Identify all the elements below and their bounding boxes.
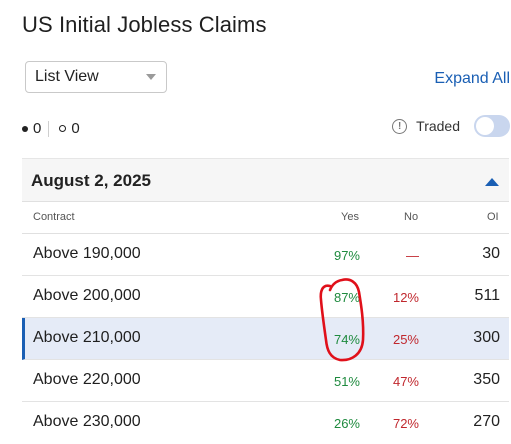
contract-label: Above 200,000 xyxy=(33,287,141,304)
open-interest: 30 xyxy=(482,245,500,262)
yes-price[interactable]: 87% xyxy=(334,290,360,305)
table-row[interactable]: Above 200,000 87% 12% 511 xyxy=(22,276,509,318)
info-icon[interactable]: ! xyxy=(392,118,408,134)
no-price[interactable]: 12% xyxy=(393,290,419,305)
table-row-selected[interactable]: Above 210,000 74% 25% 300 xyxy=(22,318,509,360)
view-select[interactable]: List View xyxy=(25,61,167,93)
date-group-header[interactable]: August 2, 2025 xyxy=(22,159,509,202)
table-row[interactable]: Above 220,000 51% 47% 350 xyxy=(22,360,509,402)
filled-dot-icon xyxy=(22,125,28,132)
chevron-down-icon xyxy=(146,74,156,80)
open-interest: 350 xyxy=(473,371,500,388)
group-date: August 2, 2025 xyxy=(31,171,151,190)
view-select-value: List View xyxy=(35,68,99,85)
column-header-no: No xyxy=(404,211,419,223)
no-price[interactable]: 72% xyxy=(393,416,419,431)
filled-count[interactable]: 0 xyxy=(33,120,41,137)
column-header-contract: Contract xyxy=(33,211,75,223)
open-interest: 270 xyxy=(473,413,500,430)
contract-label: Above 220,000 xyxy=(33,371,141,388)
table-row[interactable]: Above 230,000 26% 72% 270 xyxy=(22,402,509,444)
page-title: US Initial Jobless Claims xyxy=(22,12,267,37)
traded-label: Traded xyxy=(416,118,460,134)
open-count[interactable]: 0 xyxy=(71,120,79,137)
yes-price[interactable]: 51% xyxy=(334,374,360,389)
position-filters: 0 0 xyxy=(22,120,80,137)
expand-all-link[interactable]: Expand All xyxy=(434,70,510,88)
contract-label: Above 230,000 xyxy=(33,413,141,430)
toggle-knob xyxy=(476,117,494,135)
contract-label: Above 190,000 xyxy=(33,245,141,262)
no-price[interactable]: 25% xyxy=(393,332,419,347)
traded-toggle[interactable] xyxy=(474,115,510,137)
column-header-oi: OI xyxy=(487,211,499,223)
market-card: August 2, 2025 Contract Yes No OI Above … xyxy=(22,158,509,440)
divider xyxy=(48,120,50,137)
column-header-yes: Yes xyxy=(341,211,359,223)
caret-up-icon[interactable] xyxy=(485,178,499,186)
open-interest: 300 xyxy=(473,329,500,346)
yes-price[interactable]: 74% xyxy=(334,332,360,347)
open-dot-icon xyxy=(59,125,67,132)
yes-price[interactable]: 26% xyxy=(334,416,360,431)
contract-label: Above 210,000 xyxy=(33,329,141,346)
no-price[interactable]: — xyxy=(406,248,419,263)
yes-price[interactable]: 97% xyxy=(334,248,360,263)
traded-filter: ! Traded xyxy=(392,115,510,137)
no-price[interactable]: 47% xyxy=(393,374,419,389)
open-interest: 511 xyxy=(474,287,500,304)
table-row[interactable]: Above 190,000 97% — 30 xyxy=(22,234,509,276)
